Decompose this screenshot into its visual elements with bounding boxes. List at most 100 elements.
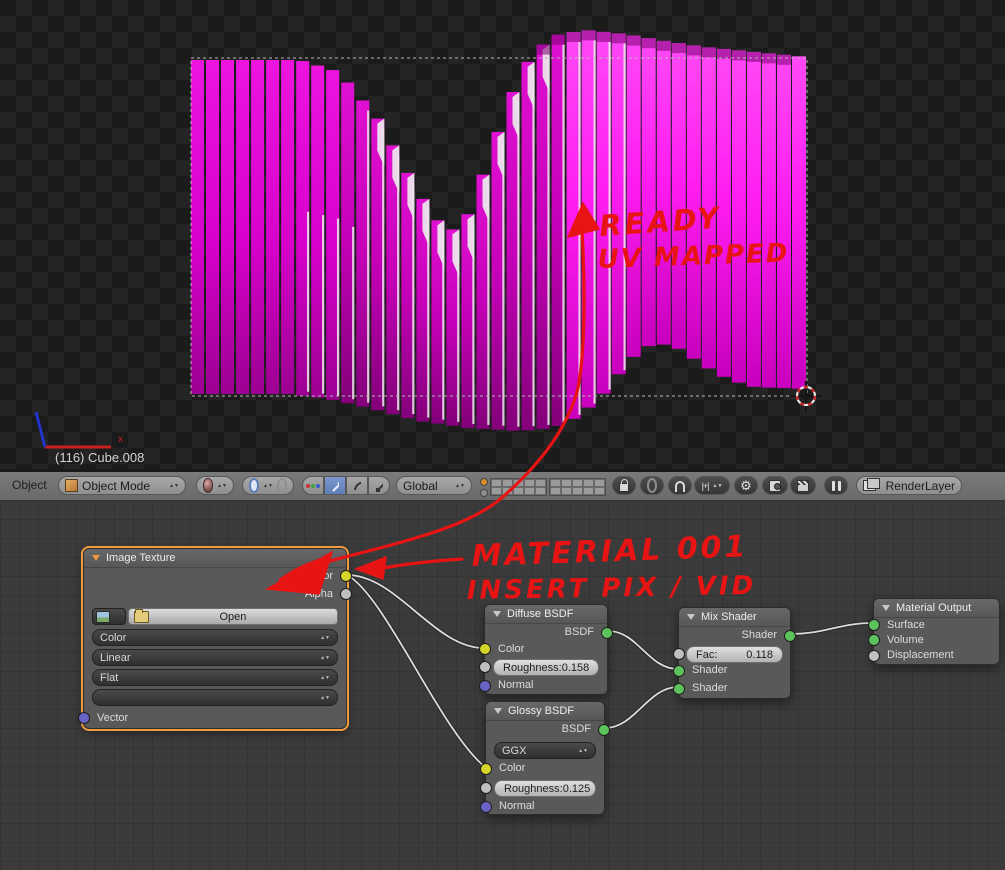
node-editor[interactable]: Image Texture Color Alpha ▲▼ Open Color▲…: [0, 500, 1005, 870]
output-color-row: Color: [84, 567, 346, 585]
gear-icon: ⚙: [740, 479, 752, 492]
pivot-dropdown[interactable]: ▲▼: [242, 476, 294, 495]
rotate-manipulator-button[interactable]: [346, 476, 368, 495]
node-image-texture[interactable]: Image Texture Color Alpha ▲▼ Open Color▲…: [83, 548, 347, 729]
input-vector-row: Vector: [84, 709, 346, 727]
object-menu[interactable]: Object: [12, 478, 47, 492]
interpolation-dropdown[interactable]: Linear▲▼: [92, 649, 338, 666]
socket-fac-input[interactable]: [673, 648, 685, 660]
node-title: Diffuse BSDF: [507, 608, 573, 620]
node-diffuse-bsdf[interactable]: Diffuse BSDF BSDF Color Roughness:0.158 …: [484, 604, 608, 695]
roughness-slider[interactable]: Roughness:0.125: [494, 780, 596, 797]
node-material-output[interactable]: Material Output Surface Volume Displacem…: [873, 598, 1000, 665]
axis-x-label: x: [118, 434, 123, 445]
snap-button[interactable]: [668, 476, 692, 495]
socket-color-output[interactable]: [340, 570, 352, 582]
chevron-updown-icon: ▲▼: [263, 484, 273, 488]
socket-roughness-input[interactable]: [479, 661, 491, 673]
pause-icon: [832, 481, 835, 491]
proportional-editing-button[interactable]: [640, 476, 664, 495]
viewport-render: x: [0, 0, 1005, 469]
chevron-updown-icon: ▲▼: [112, 615, 122, 619]
manipulator-toggle-button[interactable]: [302, 476, 324, 495]
socket-displacement-input[interactable]: [868, 650, 880, 662]
socket-roughness-input[interactable]: [480, 782, 492, 794]
viewport-shading-button[interactable]: ▲▼: [196, 476, 234, 495]
chevron-updown-icon: ▲▼: [713, 484, 723, 488]
orientation-dropdown[interactable]: Global ▲▼: [396, 476, 472, 495]
collapse-triangle-icon[interactable]: [92, 555, 100, 561]
node-header[interactable]: Mix Shader: [679, 608, 790, 627]
image-icon: [96, 611, 110, 623]
collapse-triangle-icon[interactable]: [882, 605, 890, 611]
lock-button[interactable]: [612, 476, 636, 495]
snap-peel-button[interactable]: ⚙: [734, 476, 758, 495]
collapse-triangle-icon[interactable]: [494, 708, 502, 714]
socket-normal-input[interactable]: [480, 801, 492, 813]
proportional-circle-icon: [647, 478, 657, 493]
socket-bsdf-output[interactable]: [601, 627, 613, 639]
node-mix-shader[interactable]: Mix Shader Shader Fac:0.118 Shader Shade…: [678, 607, 791, 699]
render-animation-button[interactable]: [790, 476, 816, 495]
socket-surface-input[interactable]: [868, 619, 880, 631]
pivot-icon: [249, 478, 259, 493]
blender-window: x (116) Cube.008 Object Object Mode ▲▼ ▲…: [0, 0, 1005, 870]
translate-arrow-icon: [331, 479, 339, 493]
color-space-dropdown[interactable]: Color▲▼: [92, 629, 338, 646]
socket-color-input[interactable]: [479, 643, 491, 655]
node-header[interactable]: Diffuse BSDF: [485, 605, 607, 624]
snap-target-dropdown[interactable]: |+| ▲▼: [694, 476, 730, 495]
scale-manipulator-button[interactable]: [368, 476, 390, 495]
layers-grid-1[interactable]: [490, 478, 547, 496]
socket-shader-output[interactable]: [784, 630, 796, 642]
viewport-3d[interactable]: x (116) Cube.008: [0, 0, 1005, 469]
mesh-object-slats: [191, 30, 806, 430]
scale-arrow-icon: [375, 479, 383, 493]
fac-slider[interactable]: Fac:0.118: [686, 646, 783, 663]
cube-icon: [65, 479, 78, 492]
camera-icon: [769, 480, 781, 492]
socket-bsdf-output[interactable]: [598, 724, 610, 736]
projection-dropdown[interactable]: Flat▲▼: [92, 669, 338, 686]
node-title: Glossy BSDF: [508, 705, 574, 717]
shading-sphere-icon: [203, 478, 213, 493]
collapse-triangle-icon[interactable]: [687, 614, 695, 620]
axis-gizmo: x: [36, 412, 123, 447]
socket-shader2-input[interactable]: [673, 683, 685, 695]
socket-color-input[interactable]: [480, 763, 492, 775]
socket-alpha-output[interactable]: [340, 588, 352, 600]
roughness-slider[interactable]: Roughness:0.158: [493, 659, 599, 676]
open-image-button[interactable]: Open: [128, 608, 338, 625]
socket-normal-input[interactable]: [479, 680, 491, 692]
viewport-header: Object Object Mode ▲▼ ▲▼ ▲▼: [0, 472, 1005, 501]
magnet-icon: [675, 481, 685, 492]
node-glossy-bsdf[interactable]: Glossy BSDF BSDF GGX▲▼ Color Roughness:0…: [485, 701, 605, 815]
pause-button[interactable]: [824, 476, 848, 495]
node-title: Material Output: [896, 602, 971, 614]
render-still-button[interactable]: [762, 476, 788, 495]
clapperboard-icon: [797, 480, 809, 492]
layers-stack-icon: [863, 480, 876, 491]
socket-volume-input[interactable]: [868, 634, 880, 646]
active-object-info: (116) Cube.008: [55, 450, 144, 465]
node-title: Image Texture: [106, 552, 176, 564]
node-header[interactable]: Image Texture: [84, 549, 346, 568]
mode-dropdown-label: Object Mode: [82, 479, 150, 493]
collapse-triangle-icon[interactable]: [493, 611, 501, 617]
image-browse-button[interactable]: ▲▼: [92, 608, 126, 625]
orientation-label: Global: [403, 479, 438, 493]
node-header[interactable]: Material Output: [874, 599, 999, 618]
translate-manipulator-button[interactable]: [324, 476, 346, 495]
distribution-dropdown[interactable]: GGX▲▼: [494, 742, 596, 759]
layers-grid-2[interactable]: [549, 478, 606, 496]
socket-shader1-input[interactable]: [673, 665, 685, 677]
extension-dropdown[interactable]: ▲▼: [92, 689, 338, 706]
node-header[interactable]: Glossy BSDF: [486, 702, 604, 721]
mode-dropdown[interactable]: Object Mode ▲▼: [58, 476, 186, 495]
socket-vector-input[interactable]: [78, 712, 90, 724]
lock-icon: [619, 483, 629, 492]
output-alpha-row: Alpha: [84, 585, 346, 603]
render-layer-dropdown[interactable]: RenderLayer: [856, 476, 962, 495]
chevron-updown-icon: ▲▼: [217, 484, 227, 488]
layer-indicator-dots: [480, 478, 488, 497]
